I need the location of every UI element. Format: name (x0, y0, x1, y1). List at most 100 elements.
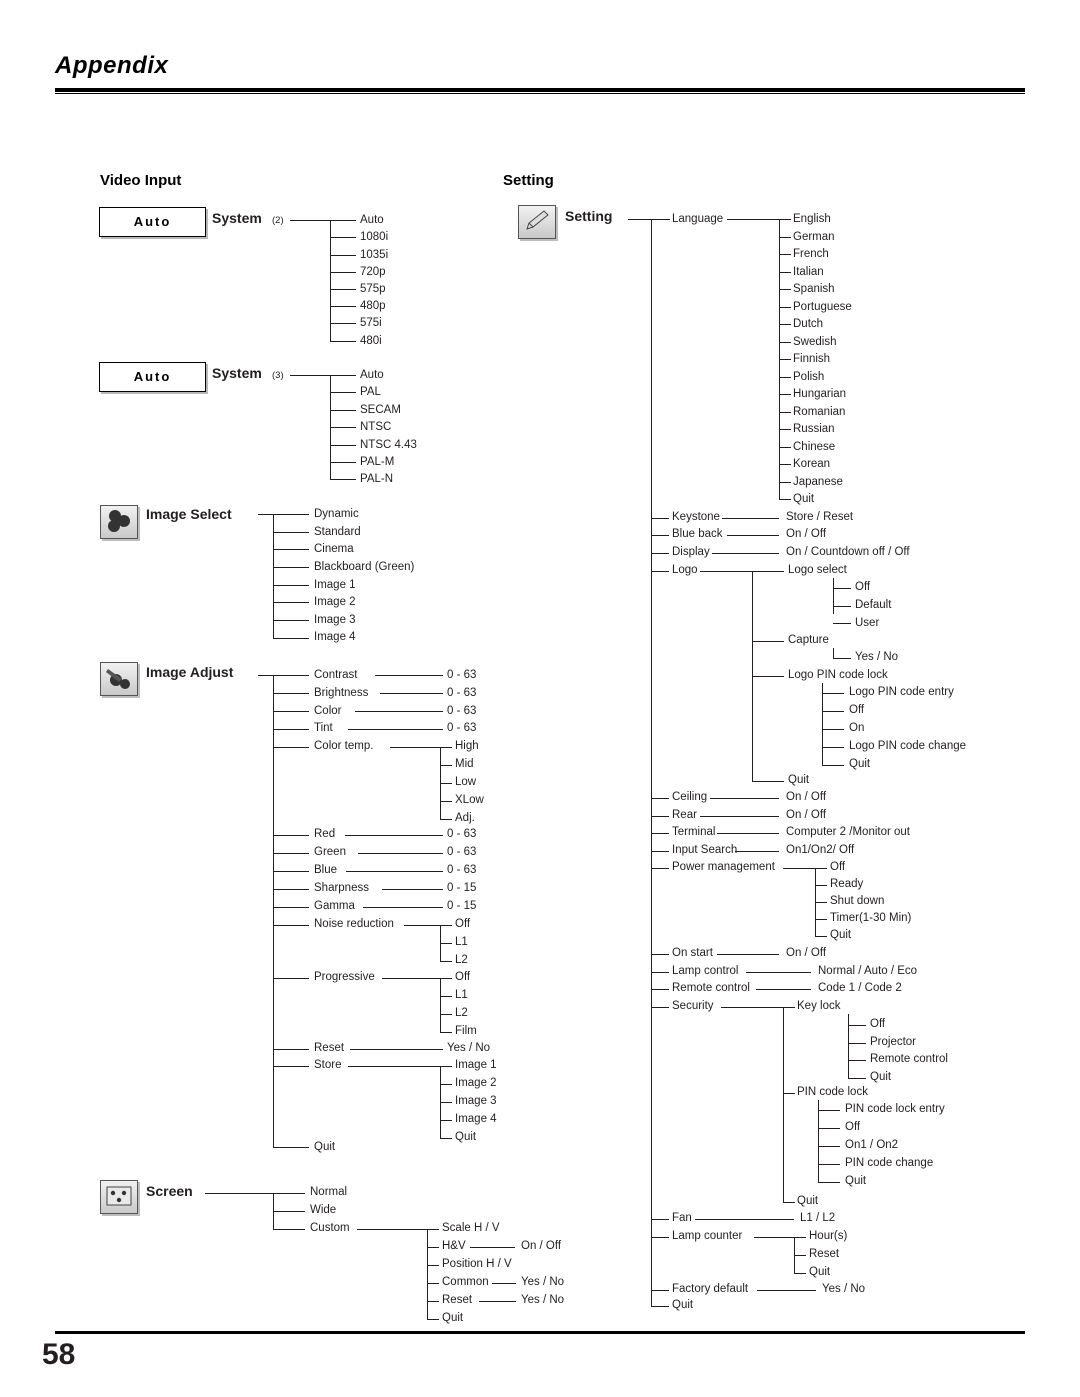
row-label: Scale H / V (442, 1222, 500, 1234)
connector (717, 833, 779, 834)
row-label: Sharpness (314, 882, 369, 894)
tick (822, 729, 844, 730)
tick (440, 943, 452, 944)
row-label: Blue back (672, 528, 723, 540)
list-item: Mid (455, 758, 474, 770)
list-item: Standard (314, 526, 361, 538)
row-label: Terminal (672, 826, 716, 838)
list-item: English (793, 213, 831, 225)
tick (330, 272, 356, 273)
setting-icon (518, 205, 556, 239)
tick (779, 307, 791, 308)
tick (273, 925, 309, 926)
header-rule-thin (55, 93, 1025, 94)
capture-spine (833, 648, 834, 658)
screen-stem (205, 1193, 273, 1194)
tick (779, 482, 791, 483)
row-value: 0 - 63 (447, 669, 477, 681)
tick (651, 954, 669, 955)
list-item: NTSC (360, 421, 392, 433)
list-item: 1080i (360, 231, 389, 243)
tick (440, 1138, 452, 1139)
tick (822, 711, 844, 712)
list-item: Quit (849, 758, 871, 770)
row-value: On / Off (786, 791, 827, 803)
tick (440, 1120, 452, 1121)
list-item: Off (455, 971, 471, 983)
connector (710, 798, 779, 799)
list-item: Custom (310, 1222, 350, 1234)
tick (273, 549, 309, 550)
tick (427, 1247, 439, 1248)
row-value: Yes / No (521, 1294, 565, 1306)
row-value: Yes / No (521, 1276, 565, 1288)
list-item: Default (855, 599, 892, 611)
connector (722, 518, 779, 519)
header-rule (55, 88, 1025, 92)
connector (350, 1049, 443, 1050)
custom-spine (427, 1229, 428, 1319)
tick (330, 427, 356, 428)
list-item: Shut down (830, 895, 885, 907)
list-item: Hungarian (793, 388, 847, 400)
list-item: Low (455, 776, 477, 788)
row-value: Code 1 / Code 2 (818, 982, 902, 994)
list-item: Quit (845, 1175, 867, 1187)
quit-label: Quit (788, 774, 810, 786)
list-item: Spanish (793, 283, 835, 295)
tick (779, 254, 791, 255)
security-spine (783, 1007, 784, 1202)
list-item: Logo PIN code entry (849, 686, 954, 698)
list-item: Dynamic (314, 508, 359, 520)
row-label: Logo select (788, 564, 847, 576)
image-adjust-label: Image Adjust (146, 664, 234, 680)
tick (273, 585, 309, 586)
tick (440, 1066, 452, 1067)
tick (779, 324, 791, 325)
connector (754, 1237, 794, 1238)
connector (380, 693, 443, 694)
connector (382, 889, 443, 890)
row-label: Remote control (672, 982, 750, 994)
tick (330, 306, 356, 307)
tick (330, 445, 356, 446)
tick (273, 567, 309, 568)
image-adjust-spine (273, 675, 274, 1147)
list-item: Finnish (793, 353, 831, 365)
row-label: Progressive (314, 971, 375, 983)
tick (273, 1229, 305, 1230)
page-header: Appendix (55, 52, 1025, 94)
auto-button-label: Auto (133, 369, 172, 384)
tick (273, 1147, 309, 1148)
tick (794, 1273, 806, 1274)
list-item: Hour(s) (809, 1230, 848, 1242)
tick (273, 853, 309, 854)
tick (779, 359, 791, 360)
logo-select-spine (833, 578, 834, 614)
row-label: Display (672, 546, 710, 558)
tick (848, 1025, 866, 1026)
tick (848, 1060, 866, 1061)
tick (752, 571, 784, 572)
list-item: Adj. (455, 812, 475, 824)
row-label: Rear (672, 809, 697, 821)
list-item: 575p (360, 283, 386, 295)
row-label: Key lock (797, 1000, 841, 1012)
auto-button-system2[interactable]: Auto (99, 207, 206, 237)
tick (273, 871, 309, 872)
row-label: Ceiling (672, 791, 708, 803)
list-item: French (793, 248, 829, 260)
tick (833, 658, 851, 659)
connector (727, 219, 779, 220)
tick (651, 989, 669, 990)
row-label: Store (314, 1059, 342, 1071)
list-item: Image 2 (314, 596, 356, 608)
tick (427, 1229, 439, 1230)
list-item: L2 (455, 954, 468, 966)
setting-spine (651, 219, 652, 1306)
tick (779, 499, 791, 500)
row-value: On1/On2/ Off (786, 844, 855, 856)
auto-button-system3[interactable]: Auto (99, 362, 206, 392)
list-item: Reset (809, 1248, 840, 1260)
tick (752, 676, 784, 677)
